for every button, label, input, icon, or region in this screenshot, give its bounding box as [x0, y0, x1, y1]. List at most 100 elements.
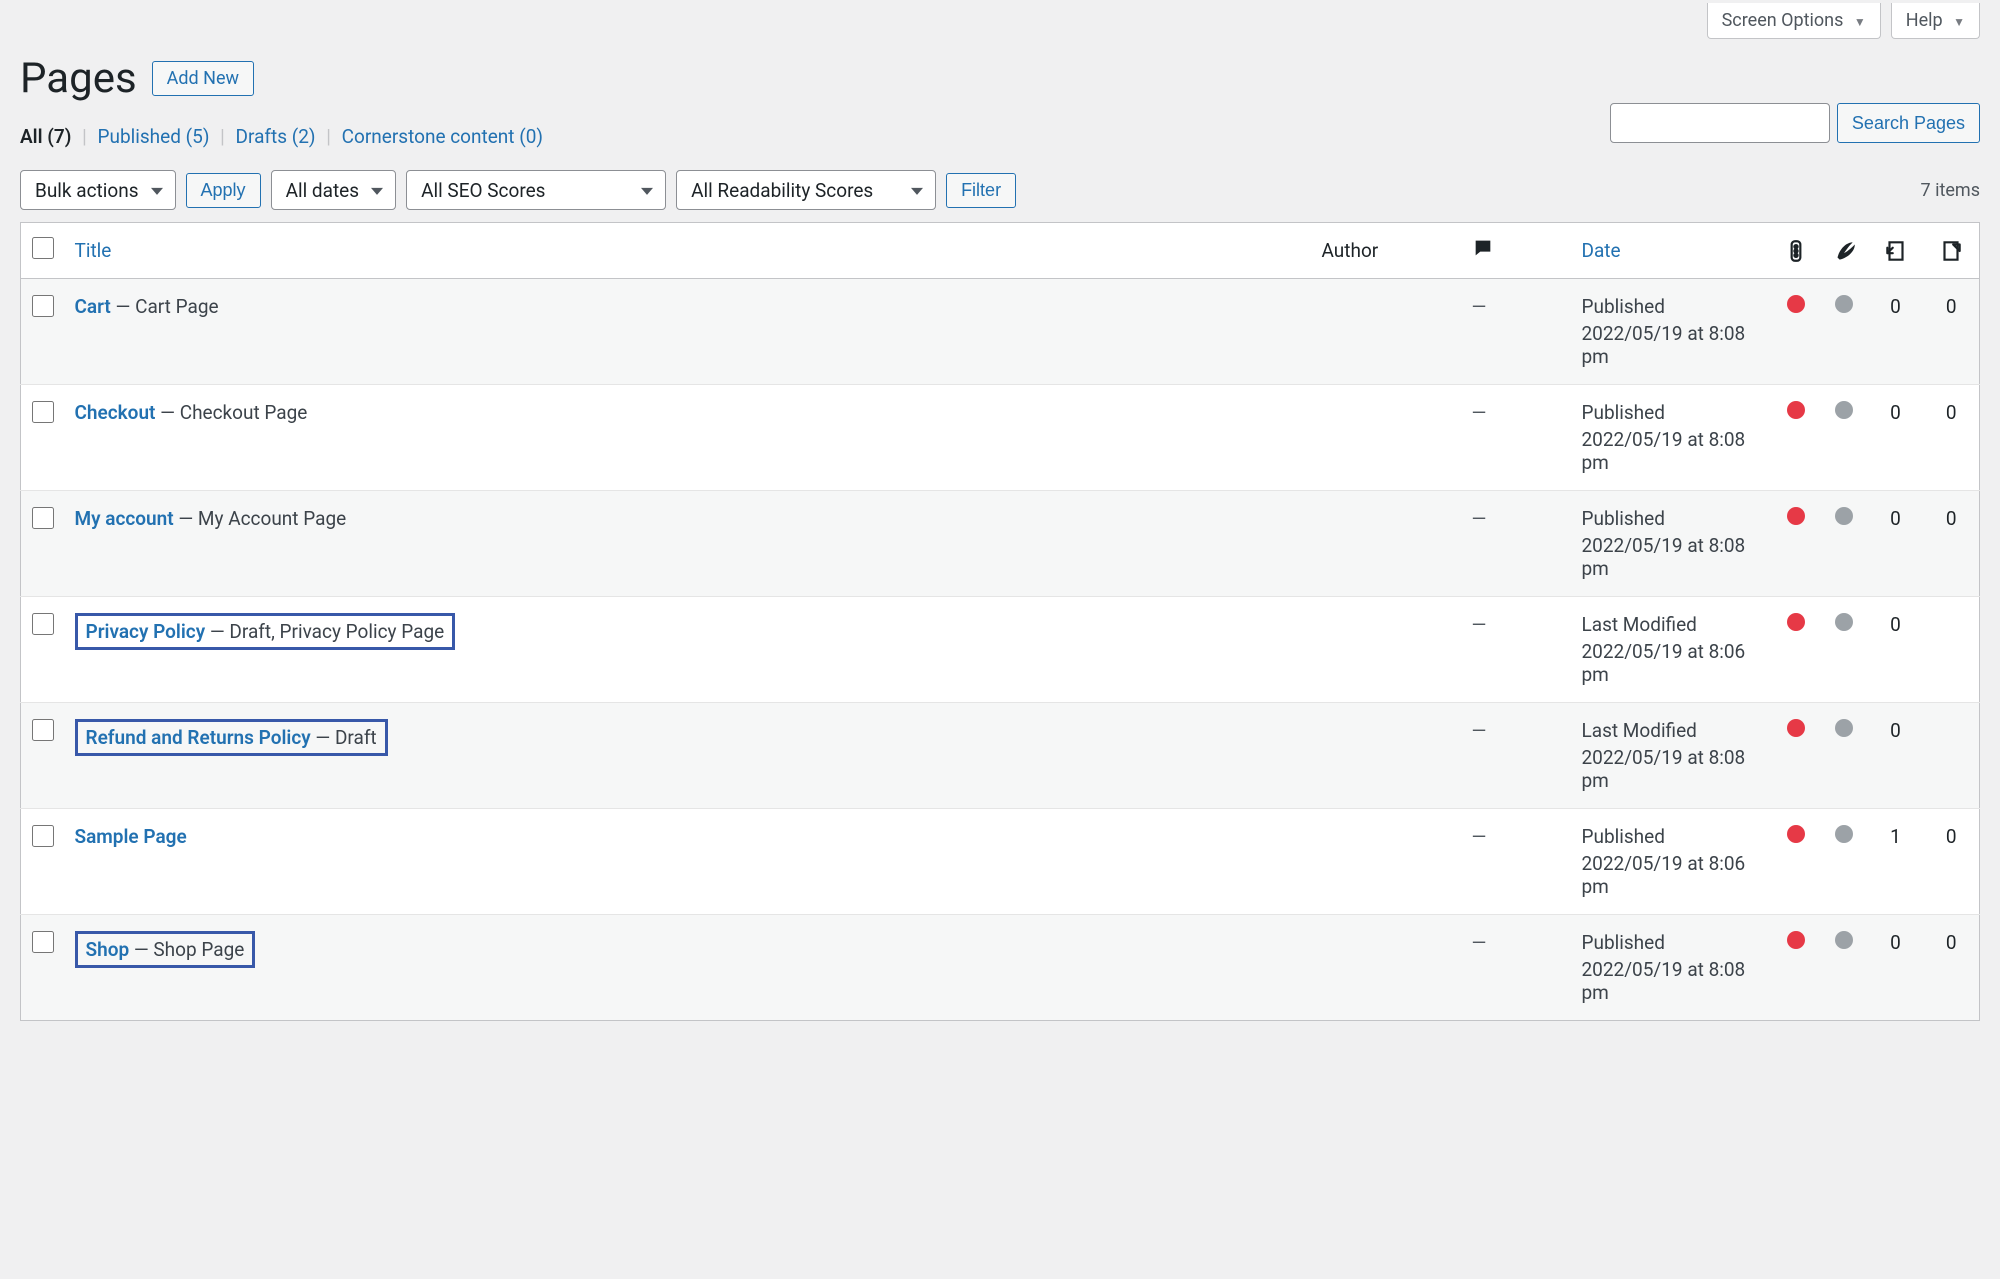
inbound-link-icon — [1883, 238, 1909, 264]
page-title-link[interactable]: Privacy Policy — [86, 620, 206, 643]
date-status: Published — [1582, 931, 1762, 954]
seo-dot — [1787, 401, 1805, 419]
pages-table: Title Author Date — [20, 222, 1980, 1021]
comments-value: — — [1472, 401, 1487, 424]
date-status: Published — [1582, 825, 1762, 848]
seo-dot — [1787, 719, 1805, 737]
links-in-value: 0 — [1868, 597, 1924, 703]
page-title-link[interactable]: Sample Page — [75, 825, 187, 848]
readability-score-select[interactable]: All Readability Scores — [676, 170, 936, 210]
page-title-link[interactable]: Cart — [75, 295, 111, 318]
date-text: 2022/05/19 at 8:08 pm — [1582, 322, 1762, 368]
table-row: Checkout — Checkout Page — Published 202… — [21, 385, 1980, 491]
links-out-value — [1924, 703, 1980, 809]
page-title-link[interactable]: Checkout — [75, 401, 156, 424]
links-out-value — [1924, 597, 1980, 703]
comments-value: — — [1472, 719, 1487, 742]
table-row: My account — My Account Page — Published… — [21, 491, 1980, 597]
seo-dot — [1787, 295, 1805, 313]
page-title-link[interactable]: My account — [75, 507, 174, 530]
date-status: Published — [1582, 401, 1762, 424]
links-out-value: 0 — [1924, 809, 1980, 915]
col-title[interactable]: Title — [65, 223, 1312, 279]
items-count: 7 items — [1921, 180, 1980, 201]
links-in-value: 0 — [1868, 279, 1924, 385]
readability-dot — [1835, 507, 1853, 525]
row-checkbox[interactable] — [32, 719, 54, 741]
row-checkbox[interactable] — [32, 931, 54, 953]
readability-dot — [1835, 295, 1853, 313]
filter-all[interactable]: All (7) — [20, 125, 71, 148]
row-checkbox[interactable] — [32, 825, 54, 847]
dates-select[interactable]: All dates — [271, 170, 397, 210]
seo-dot — [1787, 931, 1805, 949]
date-text: 2022/05/19 at 8:06 pm — [1582, 640, 1762, 686]
row-checkbox[interactable] — [32, 613, 54, 635]
col-readability[interactable] — [1820, 223, 1868, 279]
comments-value: — — [1472, 613, 1487, 636]
comment-icon — [1472, 237, 1494, 259]
links-in-value: 0 — [1868, 915, 1924, 1021]
page-title-suffix: — Draft — [311, 726, 377, 749]
page-title-link[interactable]: Shop — [86, 938, 130, 961]
seo-score-select[interactable]: All SEO Scores — [406, 170, 666, 210]
search-input[interactable] — [1610, 103, 1830, 143]
links-out-value: 0 — [1924, 915, 1980, 1021]
page-title-suffix: — Shop Page — [129, 938, 244, 961]
bulk-actions-select[interactable]: Bulk actions — [20, 170, 176, 210]
col-comments[interactable] — [1462, 223, 1572, 279]
col-seo[interactable] — [1772, 223, 1820, 279]
links-in-value: 0 — [1868, 703, 1924, 809]
readability-dot — [1835, 931, 1853, 949]
seo-dot — [1787, 507, 1805, 525]
page-title-suffix: — Draft, Privacy Policy Page — [205, 620, 444, 643]
date-text: 2022/05/19 at 8:08 pm — [1582, 958, 1762, 1004]
date-text: 2022/05/19 at 8:06 pm — [1582, 852, 1762, 898]
row-checkbox[interactable] — [32, 507, 54, 529]
comments-value: — — [1472, 931, 1487, 954]
col-links-out[interactable] — [1924, 223, 1980, 279]
links-out-value: 0 — [1924, 385, 1980, 491]
outbound-link-icon — [1938, 238, 1964, 264]
table-row: Refund and Returns Policy — Draft — Last… — [21, 703, 1980, 809]
filter-published[interactable]: Published (5) — [98, 125, 210, 148]
links-in-value: 0 — [1868, 385, 1924, 491]
filter-button[interactable]: Filter — [946, 173, 1016, 208]
help-tab[interactable]: Help ▼ — [1891, 3, 1980, 39]
page-title-suffix: — My Account Page — [174, 507, 347, 530]
filter-cornerstone[interactable]: Cornerstone content (0) — [342, 125, 543, 148]
table-row: Sample Page — Published 2022/05/19 at 8:… — [21, 809, 1980, 915]
seo-dot — [1787, 613, 1805, 631]
screen-options-label: Screen Options — [1722, 10, 1844, 31]
col-links-in[interactable] — [1868, 223, 1924, 279]
search-pages-button[interactable]: Search Pages — [1837, 103, 1980, 143]
readability-dot — [1835, 719, 1853, 737]
seo-dot — [1787, 825, 1805, 843]
date-status: Last Modified — [1582, 719, 1762, 742]
links-in-value: 0 — [1868, 491, 1924, 597]
comments-value: — — [1472, 825, 1487, 848]
comments-value: — — [1472, 507, 1487, 530]
caret-down-icon: ▼ — [1854, 15, 1866, 29]
page-title-suffix: — Cart Page — [111, 295, 219, 318]
col-date[interactable]: Date — [1572, 223, 1772, 279]
screen-options-tab[interactable]: Screen Options ▼ — [1707, 3, 1881, 39]
page-title-link[interactable]: Refund and Returns Policy — [86, 726, 311, 749]
add-new-button[interactable]: Add New — [152, 61, 254, 96]
row-checkbox[interactable] — [32, 401, 54, 423]
table-row: Cart — Cart Page — Published 2022/05/19 … — [21, 279, 1980, 385]
feather-icon — [1831, 238, 1857, 264]
page-title: Pages — [20, 54, 137, 103]
select-all-checkbox[interactable] — [32, 237, 54, 259]
row-checkbox[interactable] — [32, 295, 54, 317]
readability-dot — [1835, 401, 1853, 419]
date-text: 2022/05/19 at 8:08 pm — [1582, 428, 1762, 474]
links-out-value: 0 — [1924, 279, 1980, 385]
col-author[interactable]: Author — [1312, 223, 1462, 279]
readability-dot — [1835, 825, 1853, 843]
filter-drafts[interactable]: Drafts (2) — [236, 125, 316, 148]
help-label: Help — [1906, 10, 1943, 31]
apply-button[interactable]: Apply — [186, 173, 261, 208]
caret-down-icon: ▼ — [1953, 15, 1965, 29]
links-in-value: 1 — [1868, 809, 1924, 915]
